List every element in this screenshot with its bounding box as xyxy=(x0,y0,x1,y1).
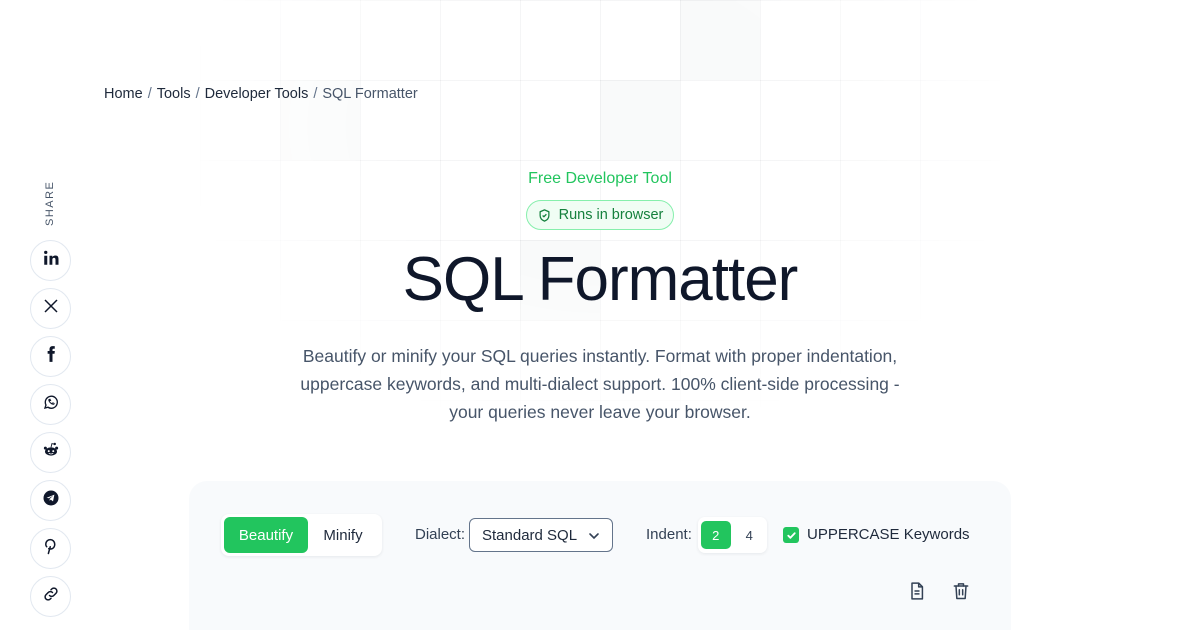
breadcrumb-separator: / xyxy=(313,86,318,102)
uppercase-label[interactable]: UPPERCASE Keywords xyxy=(807,526,970,543)
dialect-value: Standard SQL xyxy=(482,526,578,544)
share-reddit-button[interactable] xyxy=(30,432,71,473)
sample-document-button[interactable] xyxy=(905,579,929,603)
breadcrumb-current: SQL Formatter xyxy=(322,86,418,102)
page-title: SQL Formatter xyxy=(402,245,799,314)
share-link-button[interactable] xyxy=(30,576,71,617)
badge-label: Runs in browser xyxy=(558,207,664,223)
page-description: Beautify or minify your SQL queries inst… xyxy=(300,346,900,422)
beautify-button[interactable]: Beautify xyxy=(224,517,308,553)
breadcrumb-separator: / xyxy=(147,86,152,102)
breadcrumb: Home / Tools / Developer Tools / SQL For… xyxy=(104,86,418,102)
whatsapp-icon xyxy=(42,393,60,416)
share-whatsapp-button[interactable] xyxy=(30,384,71,425)
uppercase-checkbox[interactable] xyxy=(783,527,799,543)
breadcrumb-developer-tools[interactable]: Developer Tools xyxy=(205,86,309,102)
link-icon xyxy=(42,585,60,608)
telegram-icon xyxy=(42,489,60,512)
share-telegram-button[interactable] xyxy=(30,480,71,521)
breadcrumb-home[interactable]: Home xyxy=(104,86,143,102)
indent-label: Indent: xyxy=(646,526,692,543)
share-facebook-button[interactable] xyxy=(30,336,71,377)
eyebrow-text: Free Developer Tool xyxy=(528,170,672,187)
facebook-icon xyxy=(42,345,60,368)
share-label: SHARE xyxy=(44,180,56,226)
dialect-label: Dialect: xyxy=(415,526,466,543)
breadcrumb-separator: / xyxy=(195,86,200,102)
pinterest-icon xyxy=(42,537,60,560)
indent-toggle: 2 4 xyxy=(698,517,767,553)
breadcrumb-tools[interactable]: Tools xyxy=(157,86,191,102)
mode-toggle: Beautify Minify xyxy=(221,514,382,556)
reddit-icon xyxy=(42,441,60,464)
share-pinterest-button[interactable] xyxy=(30,528,71,569)
indent-4-button[interactable]: 4 xyxy=(735,521,765,549)
check-icon xyxy=(786,530,797,541)
dialect-select[interactable]: Standard SQL xyxy=(469,518,613,552)
clear-button[interactable] xyxy=(949,579,973,603)
document-icon xyxy=(907,581,927,601)
minify-button[interactable]: Minify xyxy=(308,517,378,553)
shield-check-icon xyxy=(537,208,552,223)
runs-in-browser-badge: Runs in browser xyxy=(526,200,674,230)
trash-icon xyxy=(951,581,971,601)
indent-2-button[interactable]: 2 xyxy=(701,521,731,549)
